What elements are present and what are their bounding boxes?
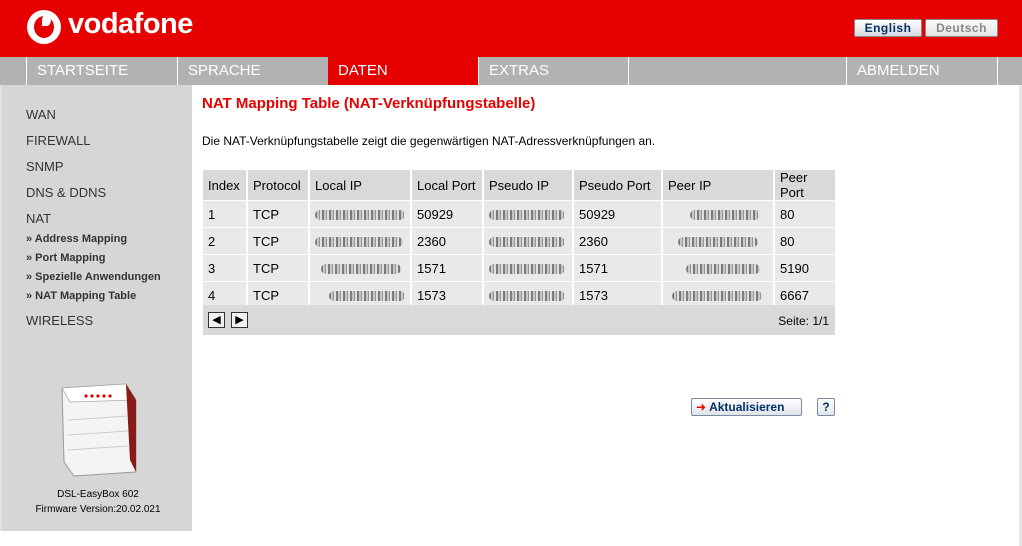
redacted-ip — [489, 237, 565, 248]
cell-protocol: TCP — [247, 254, 310, 282]
sidebar-item-dns-ddns[interactable]: DNS & DDNS — [26, 185, 106, 200]
brand-logo-text: vodafone — [68, 8, 193, 40]
redacted-ip — [678, 237, 758, 248]
nav-startseite[interactable]: STARTSEITE — [26, 57, 177, 85]
column-header-local-port: Local Port — [411, 170, 484, 201]
page-indicator: Seite: 1/1 — [778, 314, 829, 328]
redacted-ip — [489, 291, 565, 302]
arrow-right-icon: ▶ — [235, 314, 244, 326]
column-header-protocol: Protocol — [247, 170, 310, 201]
page-title: NAT Mapping Table (NAT-Verknüpfungstabel… — [202, 95, 536, 112]
cell-pseudo-port: 1571 — [573, 254, 663, 282]
cell-local-ip — [309, 227, 412, 255]
sidebar-item-firewall[interactable]: FIREWALL — [26, 133, 91, 148]
prev-page-button[interactable]: ◀ — [208, 312, 225, 328]
cell-index: 1 — [203, 200, 248, 228]
redacted-ip — [686, 264, 760, 275]
firmware-version: Firmware Version:20.02.021 — [35, 504, 161, 515]
redacted-ip — [672, 291, 762, 302]
sidebar-item-snmp[interactable]: SNMP — [26, 159, 64, 174]
redacted-ip — [690, 210, 760, 221]
cell-index: 2 — [203, 227, 248, 255]
table-row: 3 TCP 1571 1571 5190 — [203, 254, 835, 282]
cell-local-port: 1571 — [411, 254, 484, 282]
redacted-ip — [315, 210, 405, 221]
cell-protocol: TCP — [247, 200, 310, 228]
cell-local-port: 2360 — [411, 227, 484, 255]
redacted-ip — [321, 264, 401, 275]
nav-extras[interactable]: EXTRAS — [478, 57, 628, 85]
router-device-image — [61, 383, 137, 477]
sidebar-subitem-spezielle-anwendungen[interactable]: » Spezielle Anwendungen — [26, 271, 161, 283]
next-page-button[interactable]: ▶ — [231, 312, 248, 328]
nav-spacer — [628, 57, 846, 85]
table-row: 2 TCP 2360 2360 80 — [203, 227, 835, 255]
column-header-pseudo-port: Pseudo Port — [573, 170, 663, 201]
redacted-ip — [489, 264, 565, 275]
sidebar-item-wan[interactable]: WAN — [26, 107, 56, 122]
cell-peer-port: 80 — [774, 227, 835, 255]
english-language-button[interactable]: English — [854, 19, 922, 37]
nav-end-spacer — [997, 57, 1022, 85]
cell-pseudo-ip — [483, 200, 574, 228]
cell-peer-ip — [662, 227, 775, 255]
page-description: Die NAT-Verknüpfungstabelle zeigt die ge… — [202, 134, 656, 148]
cell-local-port: 50929 — [411, 200, 484, 228]
cell-peer-ip — [662, 200, 775, 228]
cell-pseudo-port: 2360 — [573, 227, 663, 255]
help-button[interactable]: ? — [817, 398, 835, 416]
cell-local-ip — [309, 200, 412, 228]
redacted-ip — [329, 291, 405, 302]
cell-index: 3 — [203, 254, 248, 282]
cell-peer-port: 5190 — [774, 254, 835, 282]
header-bar: vodafone English Deutsch — [0, 0, 1022, 57]
table-header-row: Index Protocol Local IP Local Port Pseud… — [203, 170, 835, 201]
cell-pseudo-ip — [483, 254, 574, 282]
sidebar-subitem-address-mapping[interactable]: » Address Mapping — [26, 233, 127, 245]
redacted-ip — [315, 237, 403, 248]
column-header-pseudo-ip: Pseudo IP — [483, 170, 574, 201]
column-header-local-ip: Local IP — [309, 170, 412, 201]
cell-protocol: TCP — [247, 227, 310, 255]
vodafone-logo-icon — [27, 10, 61, 44]
nat-mapping-table: Index Protocol Local IP Local Port Pseud… — [203, 170, 835, 309]
main-navigation: STARTSEITE SPRACHE DATEN EXTRAS ABMELDEN — [0, 57, 1022, 85]
sidebar-item-wireless[interactable]: WIRELESS — [26, 313, 93, 328]
table-footer: ◀ ▶ Seite: 1/1 — [203, 305, 835, 335]
arrow-right-icon: ➜ — [696, 400, 707, 414]
sidebar-item-nat[interactable]: NAT — [26, 211, 51, 226]
cell-local-ip — [309, 254, 412, 282]
deutsch-language-button[interactable]: Deutsch — [925, 19, 998, 37]
cell-pseudo-port: 50929 — [573, 200, 663, 228]
nav-daten[interactable]: DATEN — [328, 57, 478, 85]
refresh-button[interactable]: ➜ Aktualisieren — [691, 398, 802, 416]
column-header-index: Index — [203, 170, 248, 201]
arrow-left-icon: ◀ — [212, 314, 221, 326]
nav-abmelden[interactable]: ABMELDEN — [846, 57, 997, 85]
sidebar-subitem-nat-mapping-table[interactable]: » NAT Mapping Table — [26, 290, 136, 302]
cell-peer-port: 80 — [774, 200, 835, 228]
column-header-peer-ip: Peer IP — [662, 170, 775, 201]
redacted-ip — [489, 210, 565, 221]
device-name: DSL-EasyBox 602 — [57, 489, 139, 500]
table-row: 1 TCP 50929 50929 80 — [203, 200, 835, 228]
sidebar-subitem-port-mapping[interactable]: » Port Mapping — [26, 252, 105, 264]
nav-sprache[interactable]: SPRACHE — [177, 57, 328, 85]
cell-peer-ip — [662, 254, 775, 282]
cell-pseudo-ip — [483, 227, 574, 255]
column-header-peer-port: Peer Port — [774, 170, 835, 201]
sidebar: WAN FIREWALL SNMP DNS & DDNS NAT » Addre… — [0, 85, 192, 531]
refresh-button-label: Aktualisieren — [709, 400, 785, 414]
